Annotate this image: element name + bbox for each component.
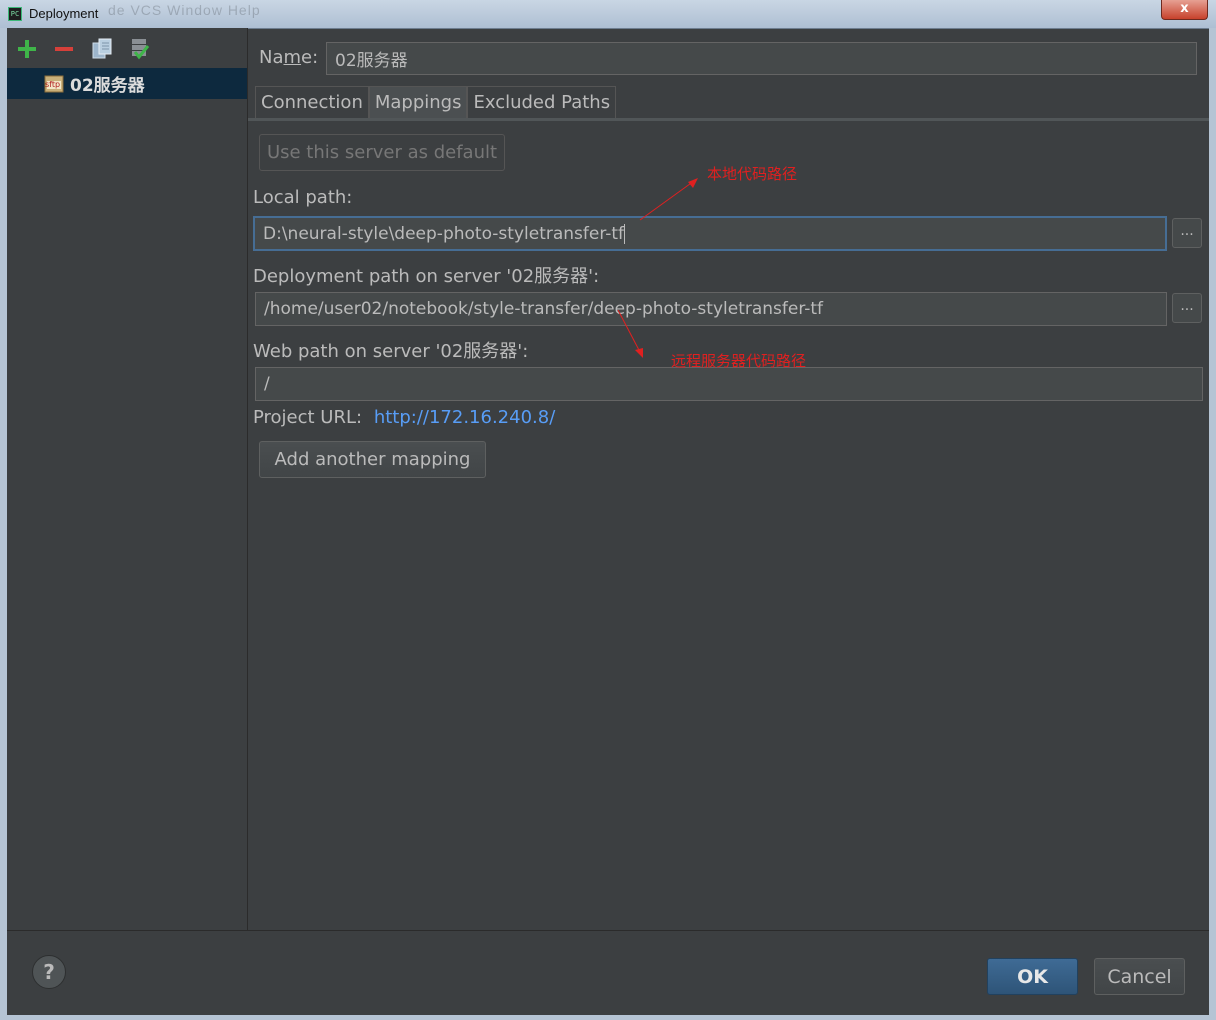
cancel-button[interactable]: Cancel [1094,958,1185,995]
annotation-arrows [617,178,698,358]
annotation-local-path: 本地代码路径 [707,165,798,183]
footer-divider [7,930,1209,931]
help-icon: ? [43,960,55,984]
help-button[interactable]: ? [32,955,66,989]
ok-button[interactable]: OK [987,958,1078,995]
annotation-remote-path: 远程服务器代码路径 [671,352,807,370]
